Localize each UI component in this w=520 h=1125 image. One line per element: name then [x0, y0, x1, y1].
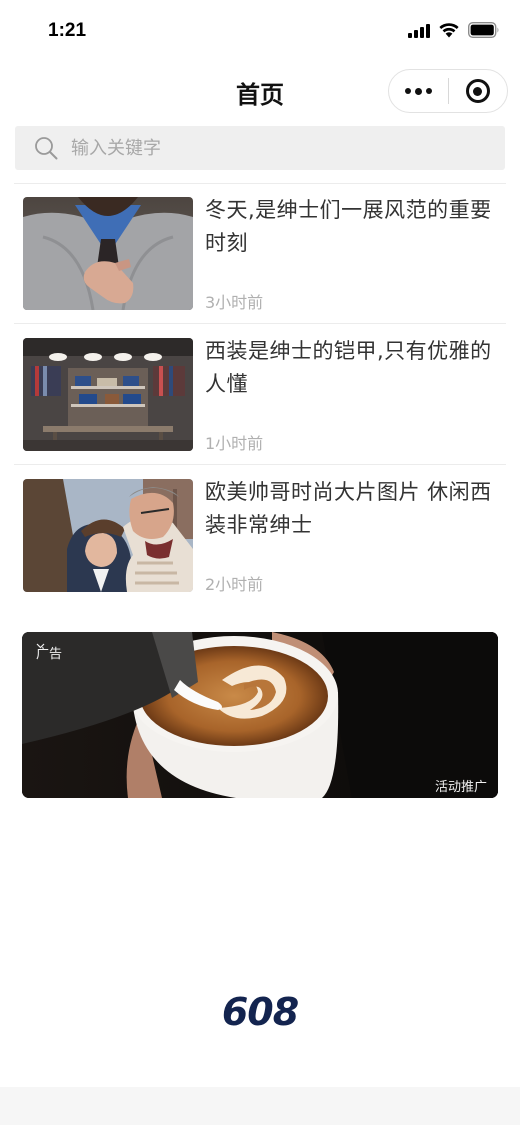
article-item[interactable]: 西装是绅士的铠甲,只有优雅的人懂 1小时前	[14, 325, 506, 465]
article-item[interactable]: 欧美帅哥时尚大片图片 休闲西装非常绅士 2小时前	[14, 466, 506, 606]
article-time: 3小时前	[205, 293, 264, 312]
search-bar	[15, 126, 505, 170]
article-title: 西装是绅士的铠甲,只有优雅的人懂	[205, 339, 492, 396]
status-bar: 1:21	[0, 0, 520, 62]
article-title: 欧美帅哥时尚大片图片 休闲西装非常绅士	[205, 480, 492, 537]
article-thumbnail-suit-store	[23, 338, 193, 451]
ad-image-latte-art	[22, 632, 498, 798]
status-icons	[408, 22, 500, 38]
mini-program-capsule	[388, 69, 508, 113]
article-title: 冬天,是绅士们一展风范的重要时刻	[205, 198, 492, 255]
article-item[interactable]: 冬天,是绅士们一展风范的重要时刻 3小时前	[14, 184, 506, 324]
battery-icon	[468, 22, 499, 38]
status-time: 1:21	[48, 20, 87, 41]
ad-promo-label: 活动推广	[434, 780, 487, 795]
chevron-down-icon	[36, 643, 45, 649]
list-divider	[14, 464, 506, 465]
search-icon	[35, 137, 58, 160]
list-divider	[14, 323, 506, 324]
article-time: 1小时前	[205, 434, 264, 453]
ad-tag[interactable]: 广告	[36, 643, 62, 662]
home-indicator-area	[0, 1087, 520, 1125]
more-dots-icon	[405, 88, 411, 94]
article-thumbnail-fashion-men	[23, 479, 193, 592]
ad-banner[interactable]: 广告 活动推广	[22, 632, 498, 798]
search-input[interactable]	[71, 133, 451, 163]
wifi-icon	[439, 23, 459, 38]
article-thumbnail-gentleman-tie	[23, 197, 193, 310]
cellular-signal-icon	[408, 23, 430, 38]
close-target-icon	[465, 79, 490, 103]
close-button[interactable]	[449, 70, 507, 112]
footer-number: 608	[221, 990, 299, 1034]
article-time: 2小时前	[205, 575, 264, 594]
nav-bar: 首页	[0, 62, 520, 120]
more-button[interactable]	[389, 70, 448, 112]
